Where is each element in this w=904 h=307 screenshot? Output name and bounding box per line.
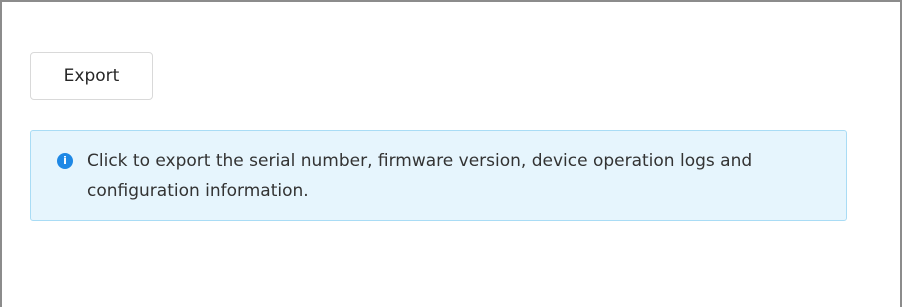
export-panel: Export i Click to export the serial numb… — [0, 0, 902, 307]
export-button[interactable]: Export — [30, 52, 153, 100]
info-message: Click to export the serial number, firmw… — [87, 151, 753, 201]
info-icon: i — [57, 153, 73, 169]
info-alert: i Click to export the serial number, fir… — [30, 130, 847, 221]
